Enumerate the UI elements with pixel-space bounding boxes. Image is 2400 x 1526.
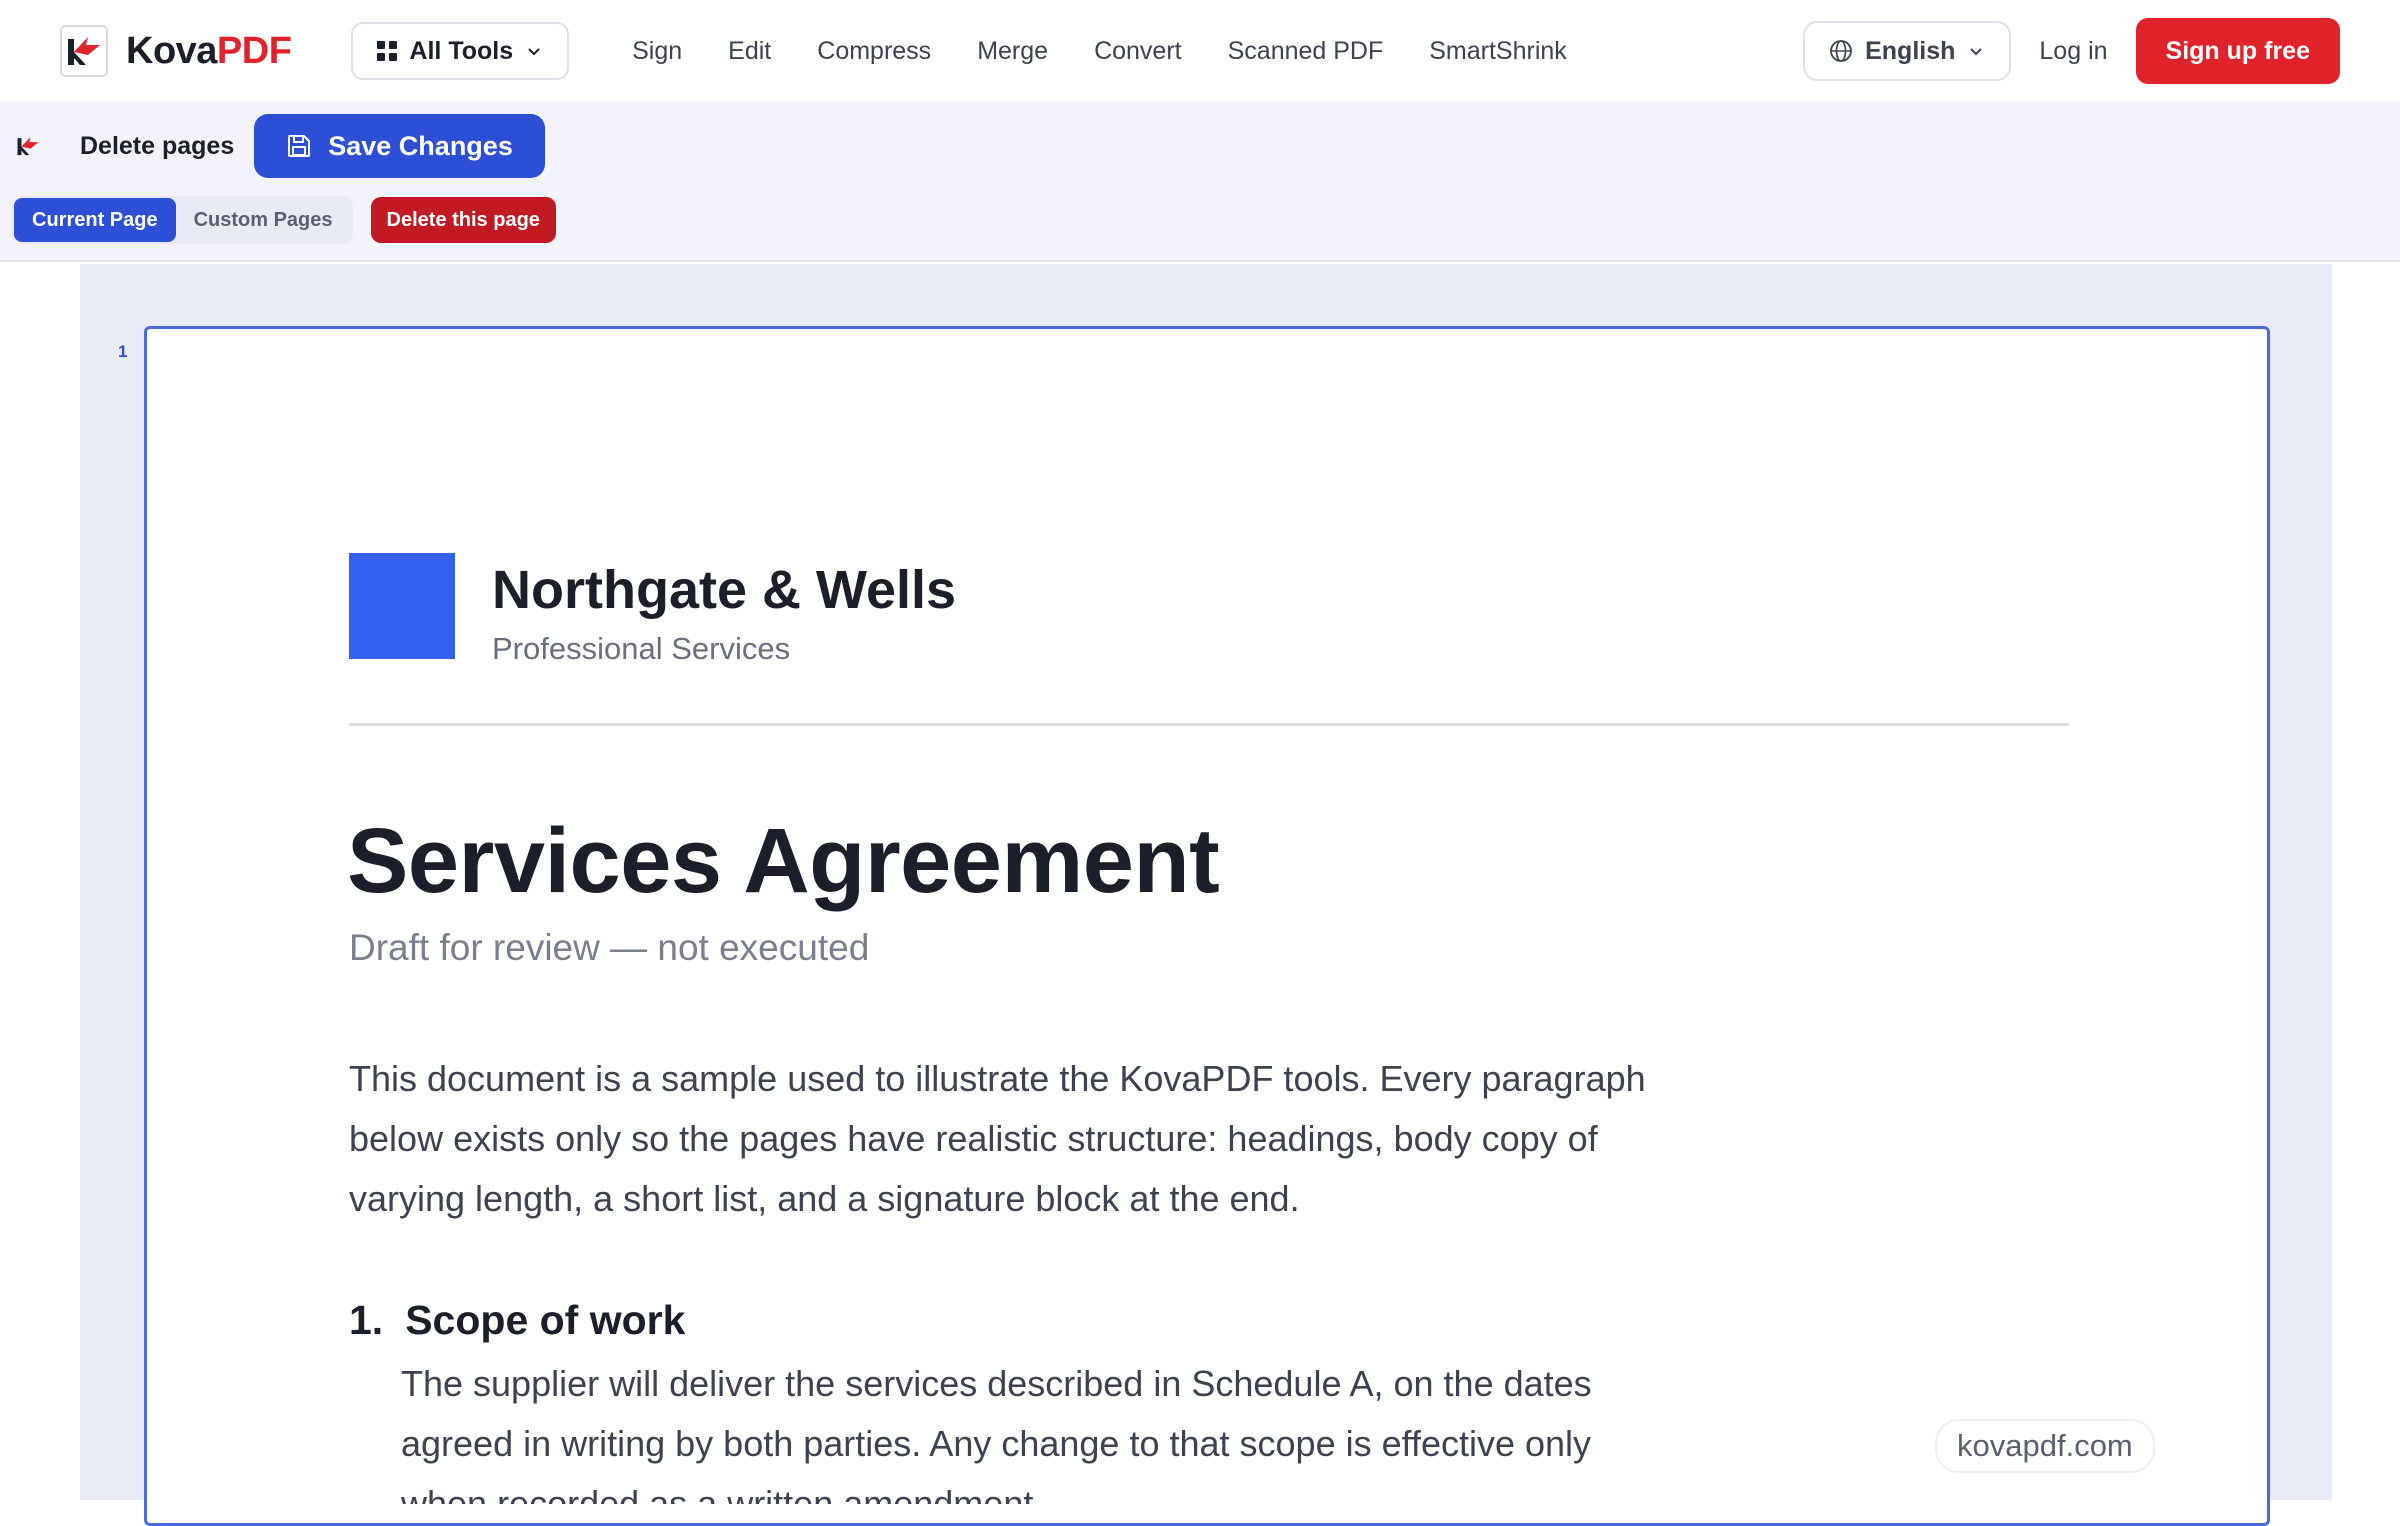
toolbar-primary-row: Delete pages Save Changes bbox=[12, 114, 545, 178]
document-intro-paragraph: This document is a sample used to illust… bbox=[349, 1058, 1646, 1219]
main-nav-links: Sign Edit Compress Merge Convert Scanned… bbox=[609, 37, 1590, 66]
toolbar-mode-row: Current Page Custom Pages Delete this pa… bbox=[12, 196, 556, 244]
save-icon bbox=[288, 135, 311, 157]
nav-link-merge[interactable]: Merge bbox=[954, 37, 1071, 66]
tab-current-page[interactable]: Current Page bbox=[14, 198, 176, 242]
document-logo-square bbox=[349, 553, 455, 659]
section-number: 1. bbox=[349, 1297, 384, 1343]
signup-button[interactable]: Sign up free bbox=[2135, 18, 2340, 84]
top-navigation: KovaPDF All Tools Sign Edit Compress Mer… bbox=[0, 0, 2400, 102]
kovapdf-small-logo-icon bbox=[17, 136, 39, 156]
globe-icon bbox=[1830, 40, 1853, 62]
nav-right-group: English Log in Sign up free bbox=[1803, 18, 2340, 84]
delete-this-page-button[interactable]: Delete this page bbox=[370, 197, 556, 243]
language-selector[interactable]: English bbox=[1803, 21, 2012, 81]
save-changes-label: Save Changes bbox=[328, 130, 513, 161]
grid-icon bbox=[377, 41, 398, 61]
page-mode-segmented-control: Current Page Custom Pages bbox=[12, 196, 353, 244]
all-tools-label: All Tools bbox=[409, 36, 514, 65]
watermark-badge: kovapdf.com bbox=[1935, 1419, 2155, 1473]
nav-link-edit[interactable]: Edit bbox=[705, 37, 794, 66]
document-subtitle: Draft for review — not executed bbox=[349, 927, 870, 968]
all-tools-dropdown[interactable]: All Tools bbox=[351, 22, 570, 80]
document-title: Services Agreement bbox=[347, 810, 1220, 912]
brand-logo-link[interactable]: KovaPDF bbox=[60, 25, 292, 77]
nav-link-convert[interactable]: Convert bbox=[1071, 37, 1205, 66]
document-company-name: Northgate & Wells bbox=[492, 560, 957, 620]
section-title: Scope of work bbox=[405, 1297, 686, 1343]
chevron-down-icon bbox=[528, 48, 540, 56]
nav-link-smartshrink[interactable]: SmartShrink bbox=[1406, 37, 1590, 66]
tool-title: Delete pages bbox=[80, 131, 235, 160]
brand-name-pdf: PDF bbox=[216, 29, 292, 72]
save-changes-button[interactable]: Save Changes bbox=[254, 114, 545, 178]
login-link[interactable]: Log in bbox=[2039, 37, 2107, 66]
document-divider bbox=[349, 723, 2069, 726]
delete-pages-toolbar: Delete pages Save Changes Current Page C… bbox=[0, 102, 2400, 262]
kovapdf-logo-icon bbox=[60, 25, 108, 77]
nav-link-sign[interactable]: Sign bbox=[609, 37, 705, 66]
brand-name-kova: Kova bbox=[126, 29, 217, 72]
nav-link-scanned-pdf[interactable]: Scanned PDF bbox=[1205, 37, 1407, 66]
tab-custom-pages[interactable]: Custom Pages bbox=[176, 198, 351, 242]
language-label: English bbox=[1865, 36, 1956, 65]
document-section-body: The supplier will deliver the services d… bbox=[401, 1363, 1592, 1504]
document-division: Professional Services bbox=[492, 631, 791, 666]
brand-name: KovaPDF bbox=[126, 29, 292, 73]
pdf-page-thumbnail[interactable]: Northgate & Wells Professional Services … bbox=[144, 326, 2270, 1526]
page-number-label: 1 bbox=[118, 342, 128, 361]
nav-link-compress[interactable]: Compress bbox=[794, 37, 954, 66]
document-section-heading: 1. Scope of work bbox=[349, 1297, 685, 1344]
chevron-down-icon bbox=[1970, 48, 1983, 56]
